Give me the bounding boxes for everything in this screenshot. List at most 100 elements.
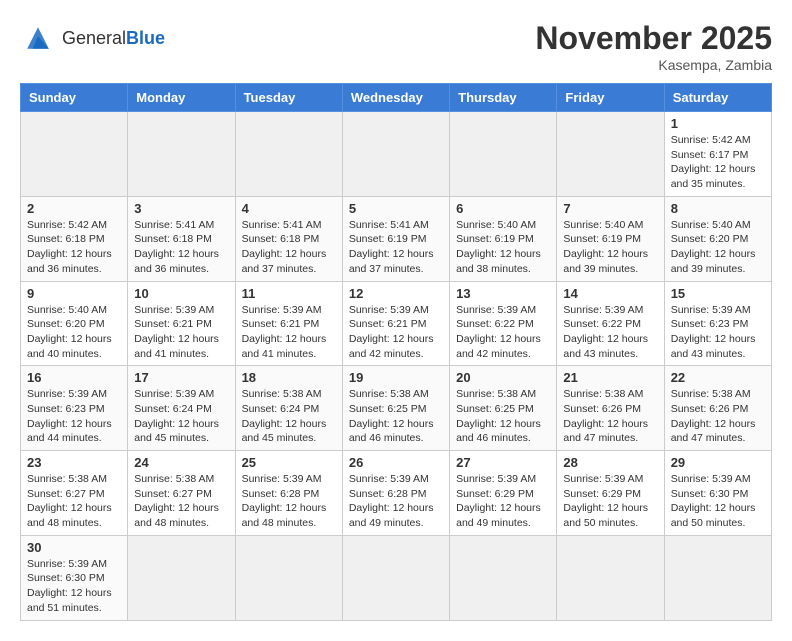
calendar-cell	[664, 535, 771, 620]
day-info: Sunrise: 5:38 AM Sunset: 6:27 PM Dayligh…	[27, 472, 121, 531]
day-number: 3	[134, 201, 228, 216]
day-number: 17	[134, 370, 228, 385]
day-info: Sunrise: 5:39 AM Sunset: 6:22 PM Dayligh…	[563, 303, 657, 362]
calendar-week-row: 1 Sunrise: 5:42 AM Sunset: 6:17 PM Daylig…	[21, 112, 772, 197]
calendar-cell: 5 Sunrise: 5:41 AM Sunset: 6:19 PM Daylig…	[342, 196, 449, 281]
calendar-cell: 26 Sunrise: 5:39 AM Sunset: 6:28 PM Dayli…	[342, 451, 449, 536]
calendar-week-row: 30 Sunrise: 5:39 AM Sunset: 6:30 PM Dayli…	[21, 535, 772, 620]
calendar-cell: 16 Sunrise: 5:39 AM Sunset: 6:23 PM Dayli…	[21, 366, 128, 451]
day-number: 20	[456, 370, 550, 385]
day-number: 2	[27, 201, 121, 216]
day-number: 8	[671, 201, 765, 216]
calendar-cell	[557, 112, 664, 197]
month-title: November 2025	[535, 20, 772, 57]
weekday-header: Friday	[557, 84, 664, 112]
calendar-cell: 10 Sunrise: 5:39 AM Sunset: 6:21 PM Dayli…	[128, 281, 235, 366]
calendar-cell: 14 Sunrise: 5:39 AM Sunset: 6:22 PM Dayli…	[557, 281, 664, 366]
calendar-cell	[235, 112, 342, 197]
calendar-header-row: SundayMondayTuesdayWednesdayThursdayFrid…	[21, 84, 772, 112]
calendar-cell: 21Sunrise: 5:38 AM Sunset: 6:26 PM Dayli…	[557, 366, 664, 451]
calendar-cell: 20 Sunrise: 5:38 AM Sunset: 6:25 PM Dayli…	[450, 366, 557, 451]
calendar-cell: 7 Sunrise: 5:40 AM Sunset: 6:19 PM Daylig…	[557, 196, 664, 281]
calendar-cell: 25Sunrise: 5:39 AM Sunset: 6:28 PM Dayli…	[235, 451, 342, 536]
day-info: Sunrise: 5:41 AM Sunset: 6:18 PM Dayligh…	[134, 218, 228, 277]
day-info: Sunrise: 5:39 AM Sunset: 6:29 PM Dayligh…	[456, 472, 550, 531]
day-number: 14	[563, 286, 657, 301]
day-info: Sunrise: 5:38 AM Sunset: 6:25 PM Dayligh…	[456, 387, 550, 446]
day-number: 11	[242, 286, 336, 301]
day-number: 29	[671, 455, 765, 470]
calendar-cell: 15Sunrise: 5:39 AM Sunset: 6:23 PM Dayli…	[664, 281, 771, 366]
calendar-cell: 9 Sunrise: 5:40 AM Sunset: 6:20 PM Daylig…	[21, 281, 128, 366]
calendar-cell	[342, 112, 449, 197]
day-info: Sunrise: 5:38 AM Sunset: 6:26 PM Dayligh…	[671, 387, 765, 446]
day-number: 1	[671, 116, 765, 131]
day-info: Sunrise: 5:42 AM Sunset: 6:18 PM Dayligh…	[27, 218, 121, 277]
weekday-header: Tuesday	[235, 84, 342, 112]
calendar-cell: 29 Sunrise: 5:39 AM Sunset: 6:30 PM Dayli…	[664, 451, 771, 536]
day-number: 6	[456, 201, 550, 216]
day-number: 22	[671, 370, 765, 385]
calendar-cell: 2 Sunrise: 5:42 AM Sunset: 6:18 PM Daylig…	[21, 196, 128, 281]
logo-text: GeneralBlue	[62, 28, 165, 49]
day-number: 10	[134, 286, 228, 301]
weekday-header: Thursday	[450, 84, 557, 112]
day-info: Sunrise: 5:40 AM Sunset: 6:20 PM Dayligh…	[27, 303, 121, 362]
calendar-cell	[450, 112, 557, 197]
day-info: Sunrise: 5:39 AM Sunset: 6:21 PM Dayligh…	[349, 303, 443, 362]
day-info: Sunrise: 5:39 AM Sunset: 6:30 PM Dayligh…	[27, 557, 121, 616]
day-number: 7	[563, 201, 657, 216]
calendar-table: SundayMondayTuesdayWednesdayThursdayFrid…	[20, 83, 772, 621]
day-number: 5	[349, 201, 443, 216]
calendar-cell	[128, 112, 235, 197]
day-info: Sunrise: 5:40 AM Sunset: 6:19 PM Dayligh…	[563, 218, 657, 277]
day-number: 16	[27, 370, 121, 385]
day-info: Sunrise: 5:39 AM Sunset: 6:21 PM Dayligh…	[134, 303, 228, 362]
weekday-header: Wednesday	[342, 84, 449, 112]
day-number: 15	[671, 286, 765, 301]
calendar-cell: 19 Sunrise: 5:38 AM Sunset: 6:25 PM Dayli…	[342, 366, 449, 451]
calendar-cell: 8 Sunrise: 5:40 AM Sunset: 6:20 PM Daylig…	[664, 196, 771, 281]
calendar-cell: 13 Sunrise: 5:39 AM Sunset: 6:22 PM Dayli…	[450, 281, 557, 366]
day-number: 13	[456, 286, 550, 301]
day-info: Sunrise: 5:39 AM Sunset: 6:23 PM Dayligh…	[27, 387, 121, 446]
logo: GeneralBlue	[20, 20, 165, 56]
day-number: 26	[349, 455, 443, 470]
calendar-cell: 1 Sunrise: 5:42 AM Sunset: 6:17 PM Daylig…	[664, 112, 771, 197]
day-info: Sunrise: 5:40 AM Sunset: 6:20 PM Dayligh…	[671, 218, 765, 277]
day-info: Sunrise: 5:42 AM Sunset: 6:17 PM Dayligh…	[671, 133, 765, 192]
page-header: GeneralBlue November 2025 Kasempa, Zambi…	[20, 20, 772, 73]
day-number: 19	[349, 370, 443, 385]
day-info: Sunrise: 5:38 AM Sunset: 6:25 PM Dayligh…	[349, 387, 443, 446]
calendar-cell: 4Sunrise: 5:41 AM Sunset: 6:18 PM Daylig…	[235, 196, 342, 281]
calendar-cell: 12Sunrise: 5:39 AM Sunset: 6:21 PM Dayli…	[342, 281, 449, 366]
weekday-header: Saturday	[664, 84, 771, 112]
day-info: Sunrise: 5:38 AM Sunset: 6:27 PM Dayligh…	[134, 472, 228, 531]
day-number: 30	[27, 540, 121, 555]
calendar-cell: 28Sunrise: 5:39 AM Sunset: 6:29 PM Dayli…	[557, 451, 664, 536]
calendar-cell	[21, 112, 128, 197]
calendar-cell: 22 Sunrise: 5:38 AM Sunset: 6:26 PM Dayli…	[664, 366, 771, 451]
title-block: November 2025 Kasempa, Zambia	[535, 20, 772, 73]
calendar-cell: 17Sunrise: 5:39 AM Sunset: 6:24 PM Dayli…	[128, 366, 235, 451]
calendar-cell: 11Sunrise: 5:39 AM Sunset: 6:21 PM Dayli…	[235, 281, 342, 366]
calendar-cell	[235, 535, 342, 620]
calendar-cell	[342, 535, 449, 620]
calendar-cell: 27Sunrise: 5:39 AM Sunset: 6:29 PM Dayli…	[450, 451, 557, 536]
logo-icon	[20, 20, 56, 56]
calendar-cell: 24Sunrise: 5:38 AM Sunset: 6:27 PM Dayli…	[128, 451, 235, 536]
day-info: Sunrise: 5:39 AM Sunset: 6:22 PM Dayligh…	[456, 303, 550, 362]
calendar-cell: 3 Sunrise: 5:41 AM Sunset: 6:18 PM Daylig…	[128, 196, 235, 281]
day-number: 28	[563, 455, 657, 470]
calendar-cell: 23Sunrise: 5:38 AM Sunset: 6:27 PM Dayli…	[21, 451, 128, 536]
day-info: Sunrise: 5:39 AM Sunset: 6:30 PM Dayligh…	[671, 472, 765, 531]
day-info: Sunrise: 5:41 AM Sunset: 6:19 PM Dayligh…	[349, 218, 443, 277]
day-number: 18	[242, 370, 336, 385]
calendar-week-row: 16 Sunrise: 5:39 AM Sunset: 6:23 PM Dayli…	[21, 366, 772, 451]
calendar-cell	[128, 535, 235, 620]
day-number: 9	[27, 286, 121, 301]
day-info: Sunrise: 5:39 AM Sunset: 6:28 PM Dayligh…	[349, 472, 443, 531]
weekday-header: Sunday	[21, 84, 128, 112]
weekday-header: Monday	[128, 84, 235, 112]
day-number: 4	[242, 201, 336, 216]
